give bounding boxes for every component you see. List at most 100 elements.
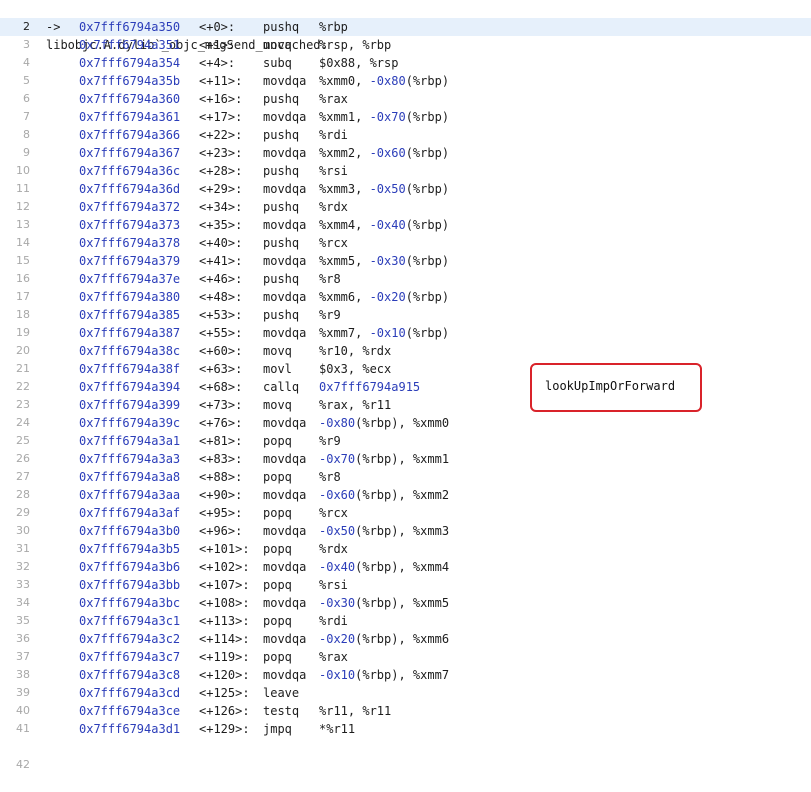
- instruction-operands: -0x30(%rbp), %xmm5: [319, 594, 449, 612]
- instruction-line[interactable]: 24 0x7fff6794a39c <+76>: movdqa -0x80(%rbp),…: [0, 414, 811, 432]
- instruction-line[interactable]: 38 0x7fff6794a3c8 <+120>: movdqa -0x10(%rbp)…: [0, 666, 811, 684]
- instruction-line[interactable]: 5 0x7fff6794a35b <+11>: movdqa %xmm0, -0x80(…: [0, 72, 811, 90]
- instruction-line[interactable]: 32 0x7fff6794a3b6 <+102>: movdqa -0x40(%rbp)…: [0, 558, 811, 576]
- instruction-line[interactable]: 19 0x7fff6794a387 <+55>: movdqa %xmm7, -0x10…: [0, 324, 811, 342]
- instruction-mnemonic: popq: [263, 614, 292, 628]
- instruction-line[interactable]: 9 0x7fff6794a367 <+23>: movdqa %xmm2, -0x60(…: [0, 144, 811, 162]
- instruction-mnemonic: pushq: [263, 128, 300, 142]
- instruction-mnemonic: popq: [263, 650, 292, 664]
- operand-text: (%rbp): [405, 110, 450, 124]
- instruction-line[interactable]: 41 0x7fff6794a3d1 <+129>: jmpq *%r11: [0, 720, 811, 738]
- instruction-line[interactable]: 15 0x7fff6794a379 <+41>: movdqa %xmm5, -0x30…: [0, 252, 811, 270]
- instruction-mnemonic: movq: [263, 344, 292, 358]
- instruction-address: 0x7fff6794a3bb: [79, 578, 181, 592]
- line-number: 4: [23, 56, 30, 69]
- operand-text: %xmm2,: [319, 146, 370, 160]
- instruction-line[interactable]: 8 0x7fff6794a366 <+22>: pushq %rdi: [0, 126, 811, 144]
- instruction-address: 0x7fff6794a351: [79, 38, 181, 52]
- instruction-line[interactable]: 30 0x7fff6794a3b0 <+96>: movdqa -0x50(%rbp),…: [0, 522, 811, 540]
- line-number: 20: [16, 344, 30, 357]
- instruction-line[interactable]: 6 0x7fff6794a360 <+16>: pushq %rax: [0, 90, 811, 108]
- instruction-address: 0x7fff6794a39c: [79, 416, 181, 430]
- line-number: 29: [16, 506, 30, 519]
- instruction-mnemonic: jmpq: [263, 722, 292, 736]
- operand-text: (%rbp), %xmm6: [355, 632, 450, 646]
- instruction-mnemonic: popq: [263, 434, 292, 448]
- instruction-line[interactable]: 37 0x7fff6794a3c7 <+119>: popq %rax: [0, 648, 811, 666]
- instruction-address: 0x7fff6794a354: [79, 56, 181, 70]
- instruction-line[interactable]: 40 0x7fff6794a3ce <+126>: testq %r11, %r11: [0, 702, 811, 720]
- line-number: 36: [16, 632, 30, 645]
- operand-text: (%rbp): [405, 218, 450, 232]
- instruction-offset: <+95>:: [199, 506, 243, 520]
- operand-text: (%rbp), %xmm3: [355, 524, 450, 538]
- instruction-address: 0x7fff6794a3c1: [79, 614, 181, 628]
- instruction-mnemonic: movdqa: [263, 182, 307, 196]
- operand-text: %rbp: [319, 20, 348, 34]
- instruction-line[interactable]: 34 0x7fff6794a3bc <+108>: movdqa -0x30(%rbp)…: [0, 594, 811, 612]
- instruction-line[interactable]: 26 0x7fff6794a3a3 <+83>: movdqa -0x70(%rbp),…: [0, 450, 811, 468]
- instruction-line[interactable]: 14 0x7fff6794a378 <+40>: pushq %rcx: [0, 234, 811, 252]
- instruction-mnemonic: popq: [263, 506, 292, 520]
- instruction-operands: -0x80(%rbp), %xmm0: [319, 414, 449, 432]
- instruction-address: 0x7fff6794a3a8: [79, 470, 181, 484]
- instruction-line[interactable]: 35 0x7fff6794a3c1 <+113>: popq %rdi: [0, 612, 811, 630]
- instruction-line[interactable]: 11 0x7fff6794a36d <+29>: movdqa %xmm3, -0x50…: [0, 180, 811, 198]
- instruction-line[interactable]: 10 0x7fff6794a36c <+28>: pushq %rsi: [0, 162, 811, 180]
- instruction-offset: <+16>:: [199, 92, 243, 106]
- instruction-line[interactable]: 12 0x7fff6794a372 <+34>: pushq %rdx: [0, 198, 811, 216]
- instruction-mnemonic: movdqa: [263, 668, 307, 682]
- operand-number: -0x80: [369, 74, 406, 88]
- instruction-line[interactable]: 25 0x7fff6794a3a1 <+81>: popq %r9: [0, 432, 811, 450]
- instruction-line[interactable]: 31 0x7fff6794a3b5 <+101>: popq %rdx: [0, 540, 811, 558]
- operand-text: %rax: [319, 92, 348, 106]
- instruction-operands: %rdi: [319, 126, 348, 144]
- instruction-line[interactable]: 39 0x7fff6794a3cd <+125>: leave: [0, 684, 811, 702]
- instruction-operands: %r9: [319, 432, 341, 450]
- instruction-mnemonic: movdqa: [263, 290, 307, 304]
- annotation-label: lookUpImpOrForward: [545, 379, 676, 393]
- operand-number: -0x40: [369, 218, 406, 232]
- instruction-offset: <+4>:: [199, 56, 236, 70]
- instruction-mnemonic: popq: [263, 470, 292, 484]
- line-number: 17: [16, 290, 30, 303]
- instruction-operands: -0x20(%rbp), %xmm6: [319, 630, 449, 648]
- instruction-address: 0x7fff6794a37e: [79, 272, 181, 286]
- operand-text: (%rbp): [405, 326, 450, 340]
- instruction-offset: <+22>:: [199, 128, 243, 142]
- instruction-line[interactable]: 36 0x7fff6794a3c2 <+114>: movdqa -0x20(%rbp)…: [0, 630, 811, 648]
- instruction-address: 0x7fff6794a367: [79, 146, 181, 160]
- instruction-offset: <+17>:: [199, 110, 243, 124]
- instruction-offset: <+108>:: [199, 596, 250, 610]
- instruction-line[interactable]: 7 0x7fff6794a361 <+17>: movdqa %xmm1, -0x70(…: [0, 108, 811, 126]
- instruction-operands: -0x70(%rbp), %xmm1: [319, 450, 449, 468]
- line-number: 42: [16, 758, 30, 771]
- operand-text: (%rbp): [405, 182, 450, 196]
- instruction-line[interactable]: 13 0x7fff6794a373 <+35>: movdqa %xmm4, -0x40…: [0, 216, 811, 234]
- line-number: 30: [16, 524, 30, 537]
- operand-number: -0x20: [319, 632, 356, 646]
- instruction-mnemonic: movdqa: [263, 632, 307, 646]
- current-instruction-line[interactable]: 2 -> 0x7fff6794a350 <+0>: pushq %rbp: [0, 18, 811, 36]
- instruction-line[interactable]: 33 0x7fff6794a3bb <+107>: popq %rsi: [0, 576, 811, 594]
- instruction-line[interactable]: 16 0x7fff6794a37e <+46>: pushq %r8: [0, 270, 811, 288]
- instruction-line[interactable]: 28 0x7fff6794a3aa <+90>: movdqa -0x60(%rbp),…: [0, 486, 811, 504]
- instruction-offset: <+96>:: [199, 524, 243, 538]
- line-number: 28: [16, 488, 30, 501]
- instruction-address: 0x7fff6794a3b0: [79, 524, 181, 538]
- instruction-operands: %xmm5, -0x30(%rbp): [319, 252, 449, 270]
- line-number: 3: [23, 38, 30, 51]
- instruction-mnemonic: movdqa: [263, 110, 307, 124]
- instruction-line[interactable]: 27 0x7fff6794a3a8 <+88>: popq %r8: [0, 468, 811, 486]
- instruction-mnemonic: movdqa: [263, 218, 307, 232]
- instruction-line[interactable]: 29 0x7fff6794a3af <+95>: popq %rcx: [0, 504, 811, 522]
- operand-number: -0x70: [319, 452, 356, 466]
- instruction-line[interactable]: 4 0x7fff6794a354 <+4>: subq $0x88, %rsp: [0, 54, 811, 72]
- instruction-line[interactable]: 20 0x7fff6794a38c <+60>: movq %r10, %rdx: [0, 342, 811, 360]
- instruction-address: 0x7fff6794a387: [79, 326, 181, 340]
- instruction-line[interactable]: 17 0x7fff6794a380 <+48>: movdqa %xmm6, -0x20…: [0, 288, 811, 306]
- instruction-address: 0x7fff6794a3c7: [79, 650, 181, 664]
- operand-text: %r11, %r11: [319, 704, 392, 718]
- instruction-line[interactable]: 3 0x7fff6794a351 <+1>: movq %rsp, %rbp: [0, 36, 811, 54]
- instruction-line[interactable]: 18 0x7fff6794a385 <+53>: pushq %r9: [0, 306, 811, 324]
